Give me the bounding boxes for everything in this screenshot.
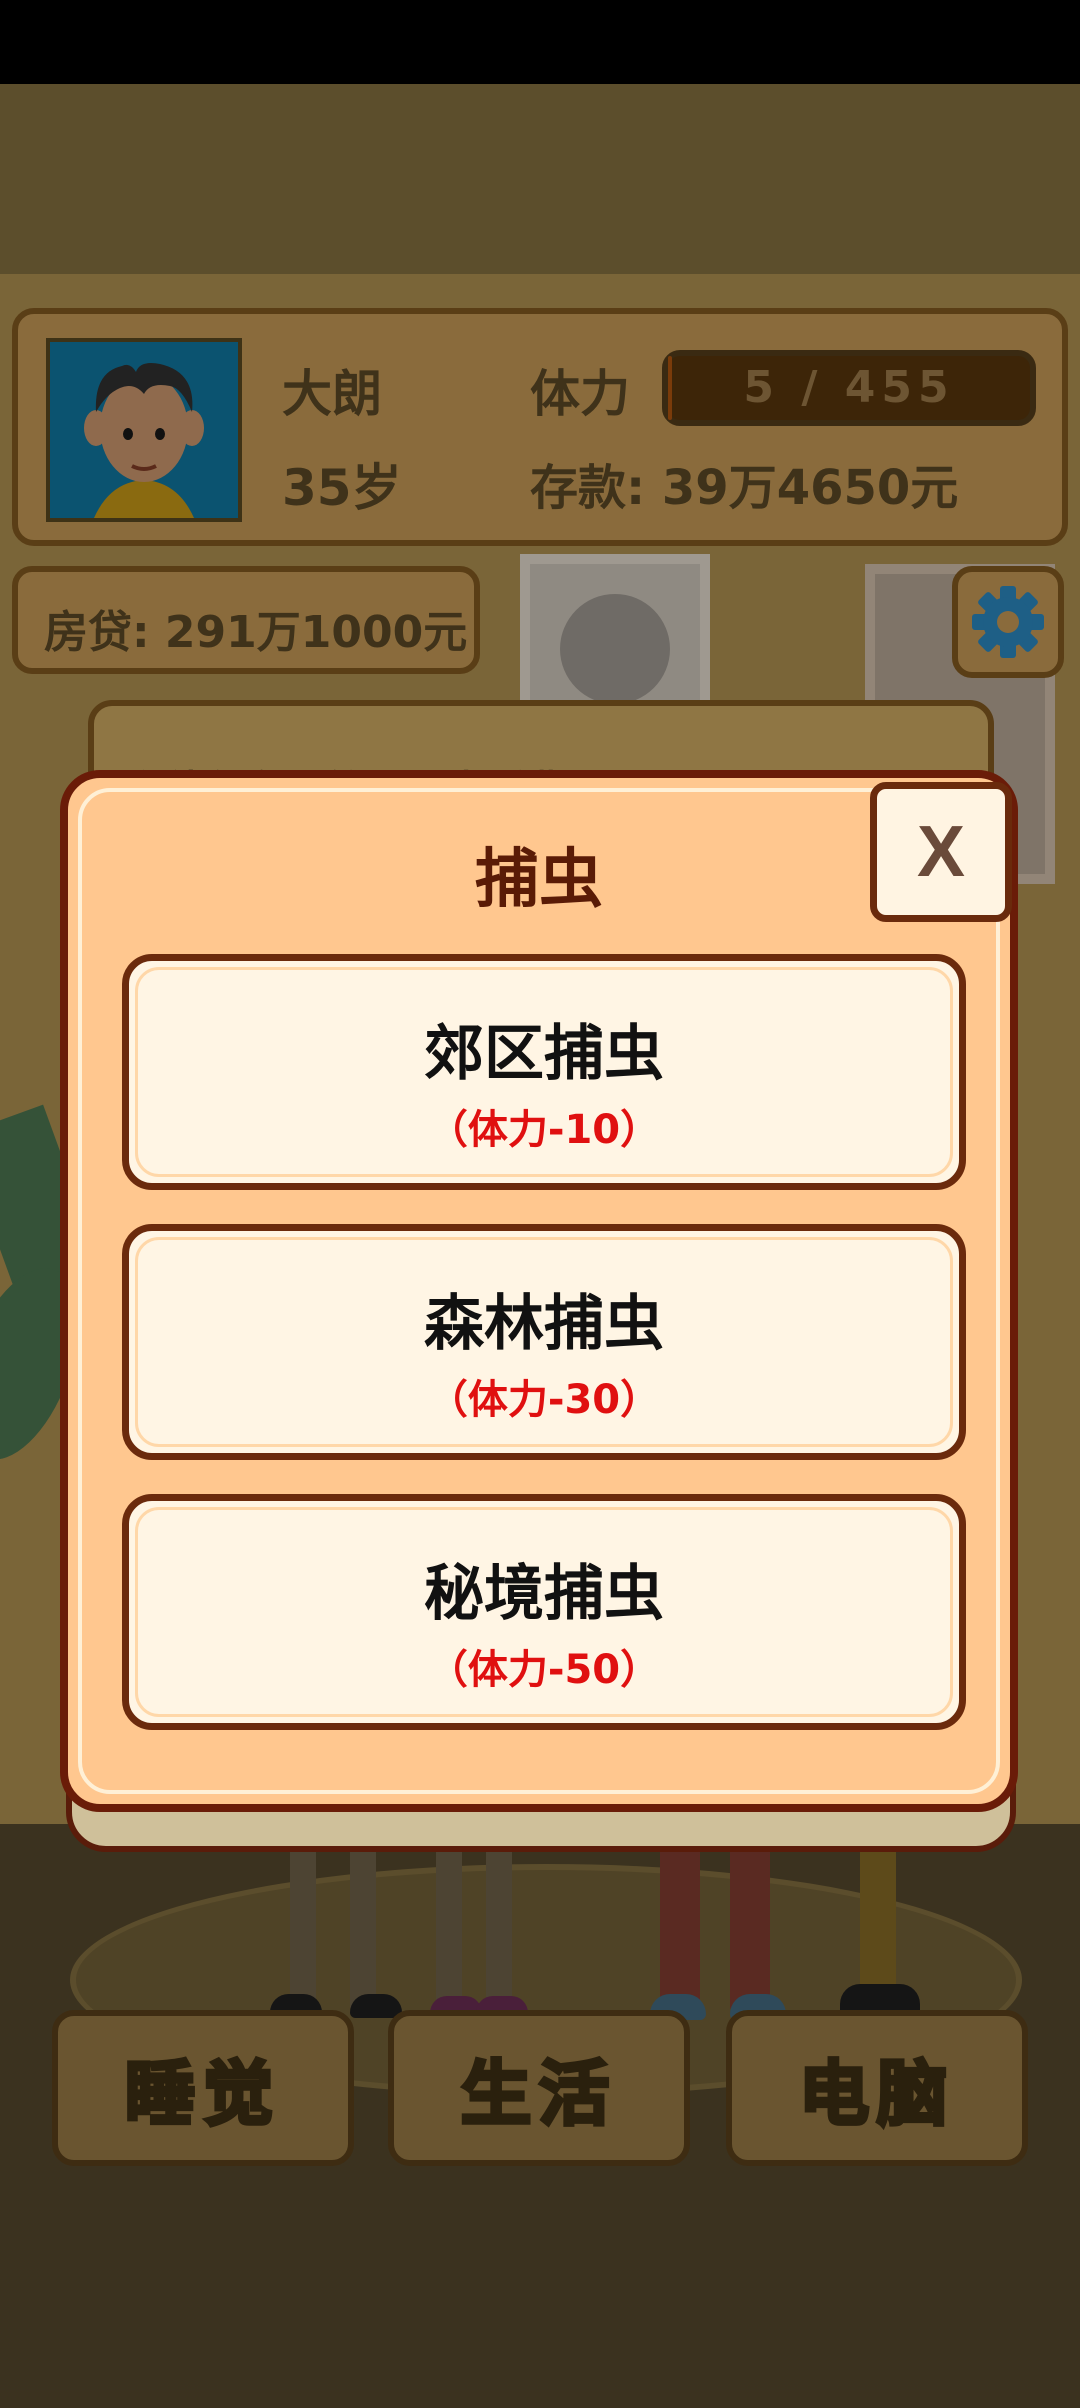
character-leg <box>730 1844 770 2014</box>
character-leg <box>486 1844 512 2014</box>
character-leg <box>860 1844 896 2004</box>
close-button[interactable]: X <box>870 782 1012 922</box>
mortgage-text: 房贷: 291万1000元 <box>44 607 468 658</box>
character-leg <box>350 1844 376 2014</box>
character-leg <box>436 1844 462 2014</box>
character-leg <box>660 1844 700 2014</box>
stamina-value: 5 / 455 <box>743 362 955 413</box>
savings-text: 存款: 39万4650元 <box>530 460 959 516</box>
life-button[interactable]: 生活 <box>388 2010 690 2166</box>
player-info-panel: 大朗 35岁 体力 5 / 455 存款: 39万4650元 <box>12 308 1068 546</box>
player-name: 大朗 <box>282 365 382 423</box>
option-title: 秘境捕虫 <box>424 1559 664 1629</box>
avatar-portrait-icon <box>50 342 238 518</box>
option-title: 森林捕虫 <box>424 1289 664 1359</box>
close-icon: X <box>916 812 966 892</box>
mortgage-panel: 房贷: 291万1000元 <box>12 566 480 674</box>
option-forest[interactable]: 森林捕虫 （体力-30） <box>122 1224 966 1460</box>
life-button-label: 生活 <box>459 2051 617 2137</box>
scene-ceiling <box>0 84 1080 274</box>
stamina-label: 体力 <box>530 365 630 423</box>
sleep-button[interactable]: 睡觉 <box>52 2010 354 2166</box>
option-cost: （体力-30） <box>427 1377 661 1423</box>
gear-icon <box>972 586 1044 658</box>
option-suburb[interactable]: 郊区捕虫 （体力-10） <box>122 954 966 1190</box>
settings-button[interactable] <box>952 566 1064 678</box>
avatar[interactable] <box>46 338 242 522</box>
computer-button-label: 电脑 <box>797 2051 955 2137</box>
player-age: 35岁 <box>282 459 402 517</box>
dialog-title: 捕虫 <box>475 843 603 917</box>
option-cost: （体力-50） <box>427 1647 661 1693</box>
character-leg <box>290 1844 316 2014</box>
option-title: 郊区捕虫 <box>424 1019 664 1089</box>
status-bar <box>0 0 1080 84</box>
option-secret-realm[interactable]: 秘境捕虫 （体力-50） <box>122 1494 966 1730</box>
option-cost: （体力-10） <box>427 1107 661 1153</box>
bug-catching-dialog: 捕虫 X 郊区捕虫 （体力-10） 森林捕虫 （体力-30） 秘境捕虫 （体力-… <box>60 770 1018 1812</box>
sleep-button-label: 睡觉 <box>123 2051 281 2137</box>
computer-button[interactable]: 电脑 <box>726 2010 1028 2166</box>
stamina-bar: 5 / 455 <box>662 350 1036 426</box>
character-shoe <box>350 1994 402 2018</box>
